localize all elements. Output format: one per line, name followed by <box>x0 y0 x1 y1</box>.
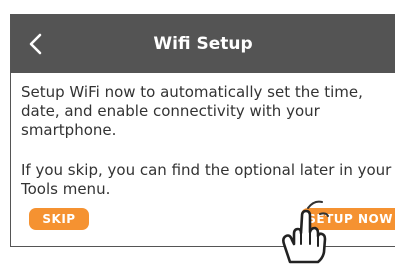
page-title: Wifi Setup <box>153 34 253 54</box>
header-bar: Wifi Setup <box>11 15 395 73</box>
setup-description: Setup WiFi now to automatically set the … <box>21 83 363 139</box>
tapping-hand-icon <box>282 200 329 264</box>
skip-button[interactable]: SKIP <box>29 208 89 230</box>
skip-description: If you skip, you can find the optional l… <box>21 161 392 198</box>
